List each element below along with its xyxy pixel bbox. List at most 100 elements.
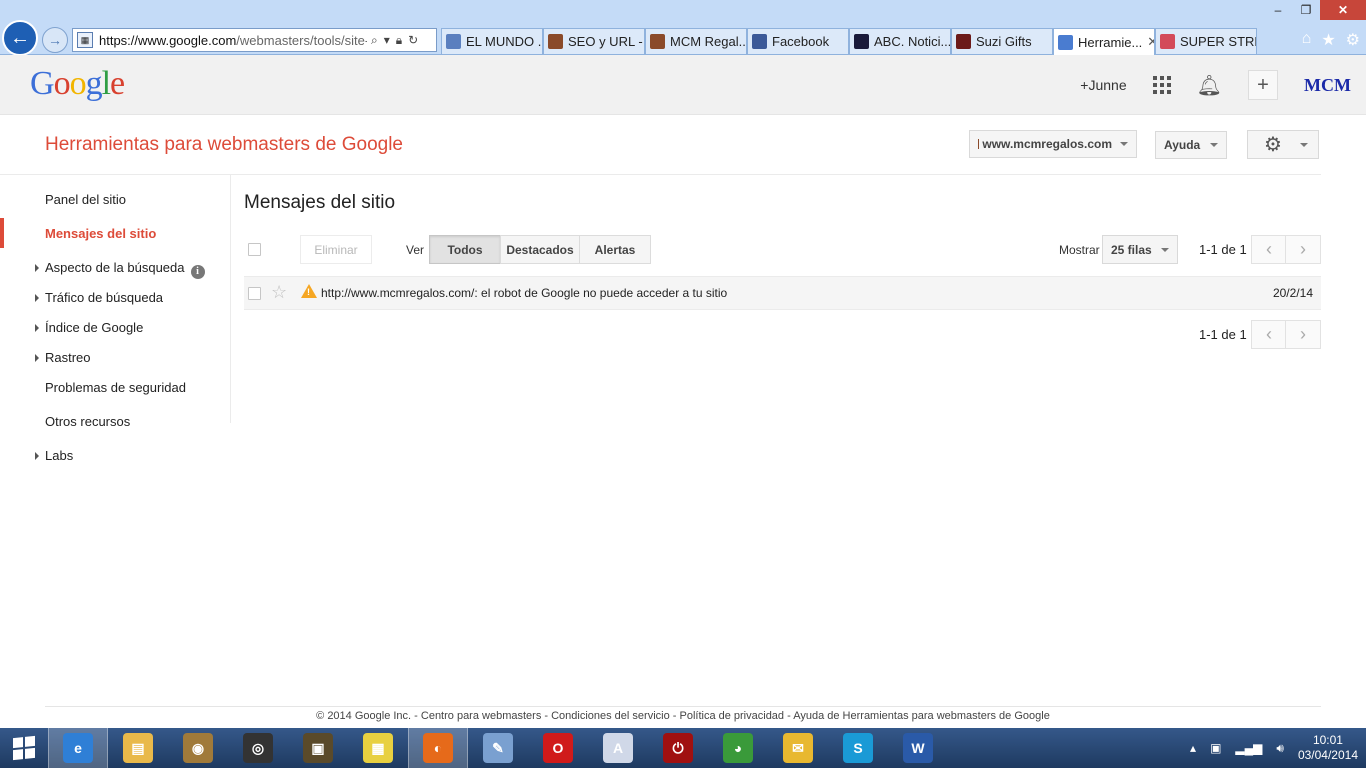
taskbar-app-speaker-app[interactable]: ◎ [228,728,288,768]
tab-favicon-icon [446,34,461,49]
browser-tab[interactable]: Facebook [747,28,849,54]
info-icon[interactable]: i [190,264,205,279]
settings-gear-icon[interactable]: ⚙ [1346,30,1360,50]
star-icon[interactable]: ☆ [271,282,287,303]
back-button[interactable]: ← [2,20,38,56]
dropdown-icon[interactable]: ▾ [384,33,390,48]
sidebar-item-label: Índice de Google [45,320,144,335]
filter-alertas-button[interactable]: Alertas [579,235,651,264]
taskbar-app-paint-app[interactable]: ✎ [468,728,528,768]
site-selector[interactable]: www.mcmregalos.com [969,130,1137,158]
message-checkbox[interactable] [248,287,261,300]
apps-grid-icon[interactable] [1152,76,1171,94]
avatar[interactable]: MCM [1304,73,1351,97]
favorites-star-icon[interactable]: ★ [1321,30,1335,50]
taskbar-app-firefox[interactable]: ◐ [408,728,468,768]
product-title[interactable]: Herramientas para webmasters de Google [45,134,403,156]
sidebar-item-panel-del-sitio[interactable]: Panel del sitio [45,192,126,207]
minimize-button[interactable]: – [1264,0,1292,20]
delete-button[interactable]: Eliminar [300,235,372,264]
forward-button[interactable]: → [42,27,68,53]
expand-arrow-icon[interactable] [35,354,39,362]
address-bar[interactable]: ▦ https://www.google.com/webmasters/tool… [72,28,437,52]
refresh-icon[interactable]: ↻ [408,33,418,48]
close-tab-icon[interactable]: ✕ [1147,34,1154,50]
close-window-button[interactable]: ✕ [1320,0,1366,20]
sidebar-item-labs[interactable]: Labs [35,448,73,463]
taskbar-app-internet-explorer[interactable]: e [48,728,108,768]
taskbar-app-skype[interactable]: S [828,728,888,768]
sidebar-item-tráfico-de-búsqueda[interactable]: Tráfico de búsqueda [35,290,163,305]
rows-per-page-select[interactable]: 25 filas [1102,235,1178,264]
taskbar-app-games-app[interactable]: ▦ [348,728,408,768]
tab-favicon-icon [1160,34,1175,49]
filter-todos-button[interactable]: Todos [429,235,501,264]
page-title: Mensajes del sitio [244,192,396,213]
notifications-bell-icon[interactable]: 🔔︎ [1197,73,1222,98]
sidebar-item-rastreo[interactable]: Rastreo [35,350,91,365]
google-logo[interactable]: Google [30,65,125,103]
tray-expand-icon[interactable]: ▴ [1190,741,1196,755]
tab-label: SEO y URL - ... [568,34,644,49]
network-adapter-icon[interactable]: ▣ [1210,741,1221,755]
taskbar-app-chrome[interactable]: ◕ [708,728,768,768]
settings-dropdown[interactable]: ⚙ [1247,130,1319,159]
help-dropdown[interactable]: Ayuda [1155,131,1227,159]
browser-tab[interactable]: ABC. Notici... [849,28,951,54]
browser-tab[interactable]: SEO y URL - ... [543,28,645,54]
system-tray: ▴ ▣ ▂▄▆ 🔊︎ 10:01 03/04/2014 [1190,728,1358,768]
sidebar-item-label: Problemas de seguridad [45,380,186,395]
prev-page-button[interactable]: ‹ [1251,235,1287,264]
prev-page-button-bottom[interactable]: ‹ [1251,320,1287,349]
message-row[interactable]: ☆ ! http://www.mcmregalos.com/: el robot… [244,276,1321,310]
taskbar-app-file-explorer[interactable]: ▤ [108,728,168,768]
tab-label: SUPER STRE... [1180,34,1256,49]
taskbar-app-word[interactable]: W [888,728,948,768]
next-page-button-bottom[interactable]: › [1285,320,1321,349]
taskbar-app-outlook[interactable]: ✉ [768,728,828,768]
next-page-button[interactable]: › [1285,235,1321,264]
taskbar-app-doc-app[interactable]: ▣ [288,728,348,768]
select-all-checkbox[interactable] [248,243,261,256]
browser-tab[interactable]: SUPER STRE... [1155,28,1257,54]
browser-tab[interactable]: EL MUNDO ... [441,28,543,54]
expand-arrow-icon[interactable] [35,264,39,272]
signal-bars-icon[interactable]: ▂▄▆ [1235,741,1262,755]
message-subject[interactable]: http://www.mcmregalos.com/: el robot de … [321,286,727,300]
sidebar-item-mensajes-del-sitio[interactable]: Mensajes del sitio [45,226,156,241]
restore-button[interactable]: ❐ [1292,0,1320,20]
browser-tab[interactable]: Herramie...✕ [1053,28,1155,55]
filter-destacados-button[interactable]: Destacados [500,235,580,264]
chevron-down-icon [1210,143,1218,147]
taskbar-app-document-app[interactable]: A [588,728,648,768]
sidebar-item-problemas-de-seguridad[interactable]: Problemas de seguridad [45,380,186,395]
sidebar-item-índice-de-google[interactable]: Índice de Google [35,320,144,335]
sidebar-item-aspecto-de-la-búsqueda[interactable]: Aspecto de la búsqueda i [35,260,205,279]
expand-arrow-icon[interactable] [35,324,39,332]
volume-icon[interactable]: 🔊︎ [1276,741,1284,756]
share-plus-button[interactable]: + [1248,70,1278,100]
windows-taskbar: e ▤ ◉ ◎ ▣ ▦ ◐ ✎ O A ⏻ ◕ ✉ S W ▴ ▣ ▂▄▆ 🔊︎ 10:01 03/04/2… [0,728,1366,768]
browser-tab[interactable]: Suzi Gifts [951,28,1053,54]
taskbar-app-opera[interactable]: O [528,728,588,768]
taskbar-app-power-app[interactable]: ⏻ [648,728,708,768]
taskbar-app-media-app[interactable]: ◉ [168,728,228,768]
url-path: /webmasters/tools/site-m [236,32,367,48]
search-icon[interactable]: ⌕ [371,33,378,48]
url-text[interactable]: https://www.google.com/webmasters/tools/… [99,33,367,48]
expand-arrow-icon[interactable] [35,294,39,302]
expand-arrow-icon[interactable] [35,452,39,460]
chevron-down-icon [1300,142,1308,147]
browser-tab[interactable]: MCM Regal... [645,28,747,54]
user-profile-link[interactable]: +Junne [1080,77,1126,93]
show-label: Mostrar [1059,243,1100,257]
lock-icon[interactable]: 🔒︎ [396,33,402,48]
chevron-right-icon: › [1300,239,1306,259]
footer-links[interactable]: © 2014 Google Inc. - Centro para webmast… [0,710,1366,722]
sidebar-item-otros-recursos[interactable]: Otros recursos [45,414,130,429]
start-button[interactable] [0,728,48,768]
plus-icon: + [1257,73,1269,96]
system-clock[interactable]: 10:01 03/04/2014 [1298,733,1358,763]
sidebar-item-label: Panel del sitio [45,192,126,207]
home-icon[interactable]: ⌂ [1302,30,1312,50]
